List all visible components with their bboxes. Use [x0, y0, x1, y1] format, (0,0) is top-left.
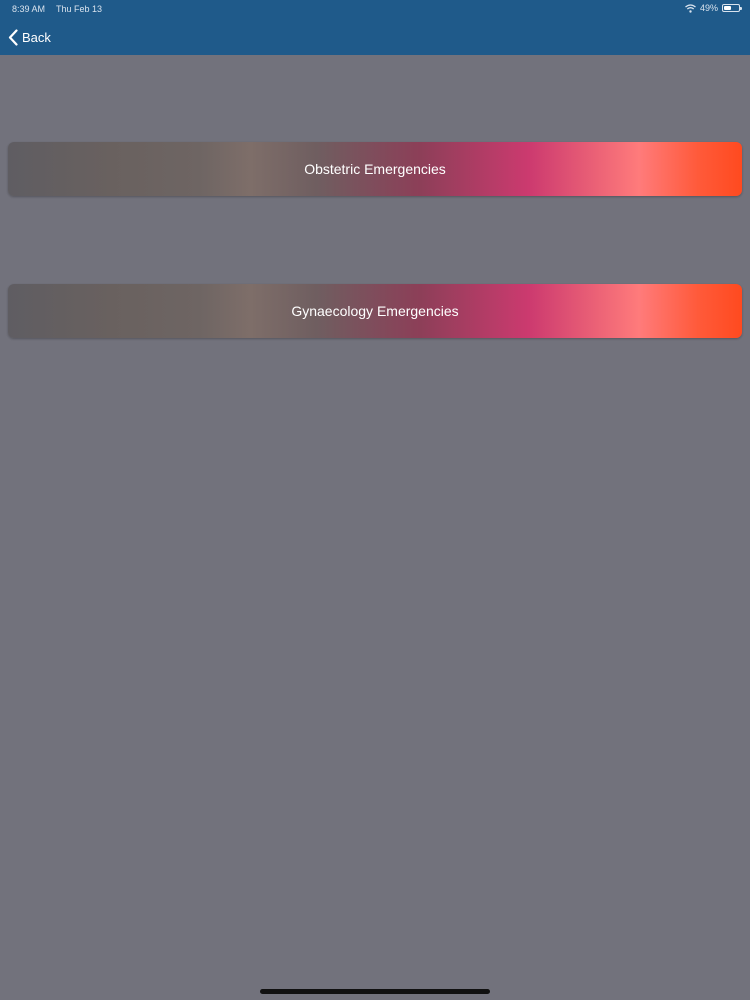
battery-icon — [722, 4, 742, 12]
status-time: 8:39 AM — [12, 4, 46, 14]
status-bar: 8:39 AM Thu Feb 13 49% — [0, 0, 750, 18]
app-screen: 8:39 AM Thu Feb 13 49% Back Obstetric Em… — [0, 0, 750, 1000]
back-label: Back — [22, 29, 51, 45]
wifi-icon — [685, 3, 696, 13]
gynaecology-emergencies-label: Gynaecology Emergencies — [291, 303, 459, 319]
obstetric-emergencies-button[interactable]: Obstetric Emergencies — [8, 142, 742, 196]
battery-level — [724, 6, 731, 10]
gynaecology-emergencies-button[interactable]: Gynaecology Emergencies — [8, 284, 742, 338]
status-date: Thu Feb 13 — [56, 4, 103, 14]
back-button[interactable]: Back — [8, 27, 51, 47]
chevron-left-icon — [8, 28, 18, 46]
obstetric-emergencies-label: Obstetric Emergencies — [304, 161, 446, 177]
navigation-bar: 8:39 AM Thu Feb 13 49% Back — [0, 0, 750, 55]
battery-percent: 49% — [699, 3, 718, 13]
home-indicator[interactable] — [260, 989, 490, 994]
status-right-group: 49% — [685, 3, 742, 13]
